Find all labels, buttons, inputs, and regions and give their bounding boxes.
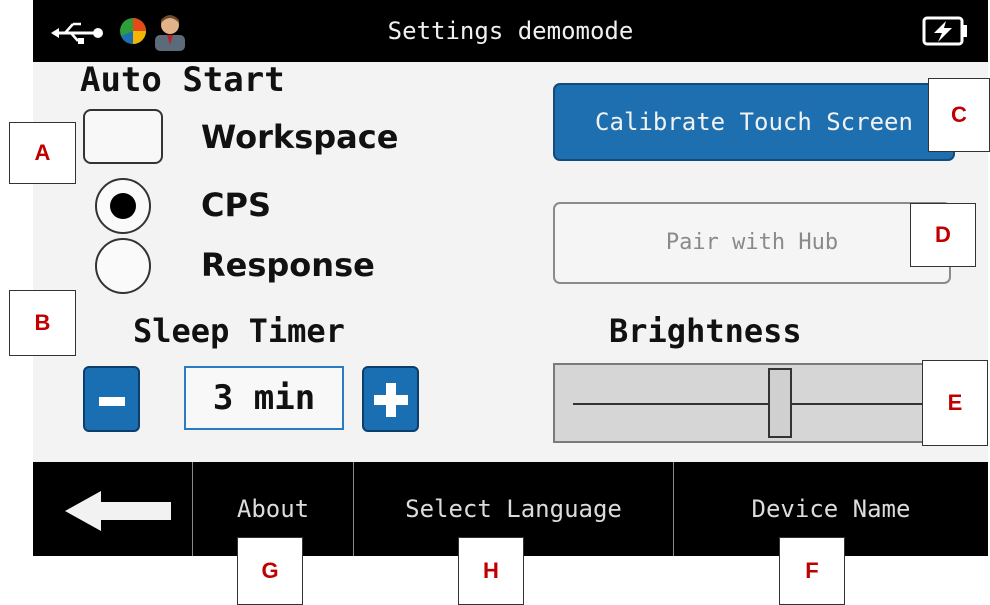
callout-d: D xyxy=(910,203,976,267)
pair-with-hub-button[interactable]: Pair with Hub xyxy=(553,202,951,284)
radio-response[interactable] xyxy=(95,238,151,294)
slider-thumb[interactable] xyxy=(768,368,793,438)
sleep-timer-value: 3 min xyxy=(184,366,344,430)
screen-title: Settings demomode xyxy=(387,17,634,45)
cps-label: CPS xyxy=(201,186,271,224)
calibrate-touch-screen-button[interactable]: Calibrate Touch Screen xyxy=(553,83,955,161)
radio-selected-dot xyxy=(110,193,136,219)
auto-start-heading: Auto Start xyxy=(80,60,285,100)
callout-h: H xyxy=(458,537,524,605)
slider-track xyxy=(573,403,943,405)
back-arrow-icon[interactable] xyxy=(63,489,173,533)
status-bar: Settings demomode xyxy=(33,0,988,62)
sleep-timer-heading: Sleep Timer xyxy=(133,312,345,350)
brightness-slider[interactable] xyxy=(553,363,955,443)
callout-f: F xyxy=(779,537,845,605)
radio-cps[interactable] xyxy=(95,178,151,234)
callout-e: E xyxy=(922,360,988,446)
response-label: Response xyxy=(201,246,375,284)
increase-button[interactable] xyxy=(362,366,419,432)
minus-icon xyxy=(99,397,125,406)
callout-c: C xyxy=(928,78,990,152)
callout-a: A xyxy=(9,122,76,184)
device-screen: Settings demomode Auto Start Workspace C… xyxy=(33,0,988,556)
callout-g: G xyxy=(237,537,303,605)
workspace-checkbox[interactable] xyxy=(83,109,163,164)
callout-b: B xyxy=(9,290,76,356)
decrease-button[interactable] xyxy=(83,366,140,432)
workspace-label: Workspace xyxy=(201,118,399,156)
brightness-heading: Brightness xyxy=(609,312,802,350)
battery-charging-icon xyxy=(922,16,967,46)
